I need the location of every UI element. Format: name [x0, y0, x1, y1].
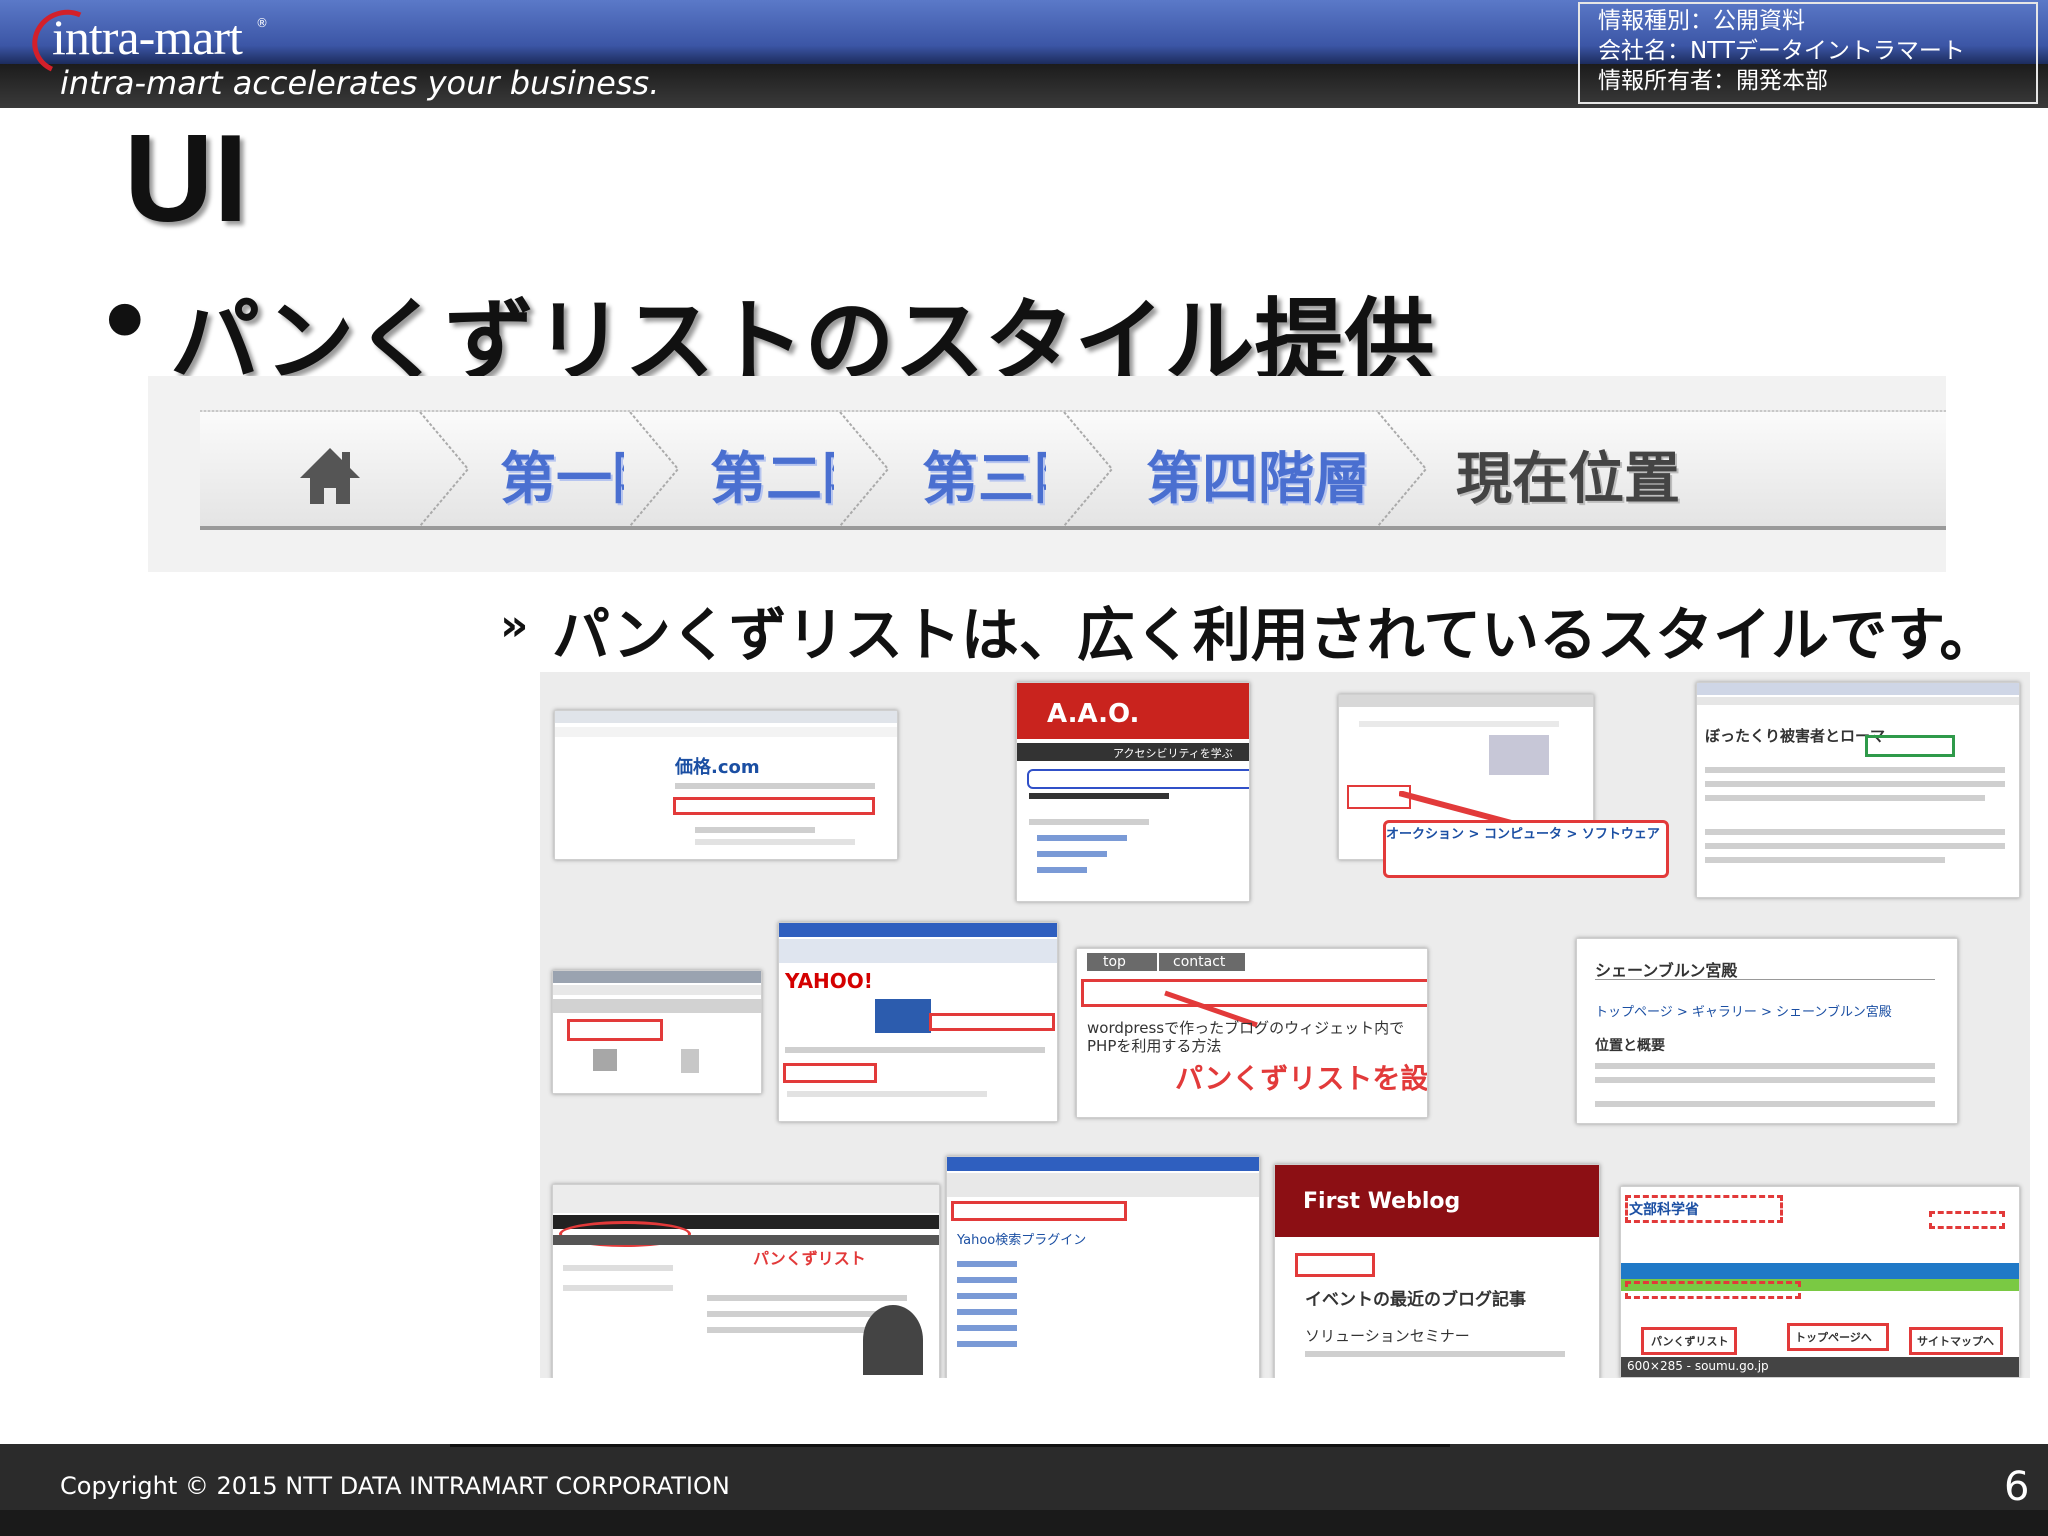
page-number: 6	[2004, 1464, 2030, 1510]
example-yahoo: YAHOO!	[778, 922, 1058, 1122]
tagline: intra-mart accelerates your business.	[60, 64, 660, 102]
bullet-marker: •	[96, 270, 154, 375]
plugin-text[interactable]: Yahoo検索プラグイン	[957, 1229, 1086, 1248]
kakaku-logo: 価格.com	[675, 757, 760, 778]
info-owner: 情報所有者：開発本部	[1598, 68, 1828, 94]
weblog-line: ソリューションセミナー	[1305, 1327, 1470, 1345]
aao-nav: アクセシビリティを学ぶ	[1113, 747, 1233, 760]
breadcrumb-item-1[interactable]: 第一階層	[500, 434, 624, 515]
logo-registered-mark: ®	[256, 16, 268, 30]
info-company: 会社名：NTTデータイントラマート	[1598, 38, 1965, 64]
yahoo-logo: YAHOO!	[785, 969, 873, 993]
aao-title: A.A.O.	[1047, 699, 1140, 729]
wp-tab-contact[interactable]: contact	[1173, 954, 1225, 970]
weblog-title: First Weblog	[1303, 1189, 1461, 1214]
example-file-window	[552, 970, 762, 1094]
info-type: 情報種別：公開資料	[1598, 8, 1805, 34]
mext-label-1: パンくずリスト	[1651, 1335, 1729, 1348]
mext-size-caption: 600×285 - soumu.go.jp	[1627, 1359, 1769, 1373]
breadcrumb-item-4[interactable]: 第四階層	[1146, 434, 1370, 515]
breadcrumb-chevron	[629, 412, 680, 526]
mext-label-3: サイトマップへ	[1917, 1335, 1994, 1348]
example-plugin: Yahoo検索プラグイン	[946, 1156, 1260, 1378]
home-icon[interactable]	[298, 446, 362, 506]
intra-mart-logo: intra-mart ®	[18, 0, 278, 84]
breadcrumb-example: 第一階層 第二階層 第三階層 第四階層 現在位置	[148, 376, 1946, 572]
example-wordpress: top contact wordpressで作ったブログのウィジェット内でPHP…	[1076, 948, 1428, 1118]
slide-footer: Copyright © 2015 NTT DATA INTRAMART CORP…	[0, 1444, 2048, 1536]
slide-title: UI	[124, 110, 248, 248]
wp-caption: パンくずリストを設置！	[1175, 1062, 1428, 1095]
example-mext: 文部科学省 パンくずリスト トップページへ サイトマップへ 600×285 - …	[1620, 1186, 2020, 1378]
footer-divider	[450, 1444, 1450, 1447]
sub-bullet-marker: »	[500, 600, 529, 651]
mydesign-caption: パンくずリスト	[753, 1249, 866, 1268]
auction-crumb-text: オークション > コンピュータ > ソフトウェア	[1386, 827, 1660, 842]
example-article: ぼったくり被害者とローマ	[1696, 682, 2020, 898]
example-auction-crumb-callout: オークション > コンピュータ > ソフトウェア	[1383, 820, 1669, 878]
breadcrumb-chevron	[419, 412, 470, 526]
example-mydesign: パンくずリスト	[552, 1184, 940, 1378]
sub-bullet-text: パンくずリストは、広く利用されているスタイルです。	[552, 601, 1998, 669]
palace-sub: 位置と概要	[1595, 1038, 1665, 1054]
breadcrumb-item-3[interactable]: 第三階層	[922, 434, 1046, 515]
logo-text: intra-mart	[52, 9, 243, 65]
breadcrumb-chevron	[1063, 412, 1114, 526]
breadcrumb-chevron	[1377, 412, 1428, 526]
weblog-sub: イベントの最近のブログ記事	[1305, 1290, 1526, 1310]
examples-collage: 価格.com A.A.O. アクセシビリティを学ぶ オークション > コンピュー…	[540, 672, 2030, 1378]
article-title: ぼったくり被害者とローマ	[1705, 727, 1886, 745]
example-schonbrunn: シェーンブルン宮殿 トップページ > ギャラリー > シェーンブルン宮殿 位置と…	[1576, 938, 1958, 1124]
palace-title: シェーンブルン宮殿	[1595, 961, 1738, 980]
example-kakaku: 価格.com	[554, 710, 898, 860]
example-aao: A.A.O. アクセシビリティを学ぶ	[1016, 682, 1250, 902]
example-weblog: First Weblog イベントの最近のブログ記事 ソリューションセミナー	[1274, 1164, 1600, 1378]
breadcrumb-current: 現在位置	[1456, 447, 1680, 512]
wp-tab-top[interactable]: top	[1103, 954, 1126, 970]
footer-bottom-band	[0, 1510, 2048, 1536]
slide-header: intra-mart ® intra-mart accelerates your…	[0, 0, 2048, 108]
breadcrumb-bar: 第一階層 第二階層 第三階層 第四階層 現在位置	[200, 410, 1946, 530]
breadcrumb-chevron	[839, 412, 890, 526]
mext-label-2: トップページへ	[1795, 1331, 1872, 1344]
copyright-text: Copyright © 2015 NTT DATA INTRAMART CORP…	[60, 1472, 730, 1500]
wp-article-title: wordpressで作ったブログのウィジェット内でPHPを利用する方法	[1087, 1019, 1405, 1055]
breadcrumb-item-2[interactable]: 第二階層	[710, 434, 834, 515]
palace-crumb[interactable]: トップページ > ギャラリー > シェーンブルン宮殿	[1595, 1001, 1892, 1020]
info-box: 情報種別：公開資料 会社名：NTTデータイントラマート 情報所有者：開発本部	[1578, 2, 2038, 104]
